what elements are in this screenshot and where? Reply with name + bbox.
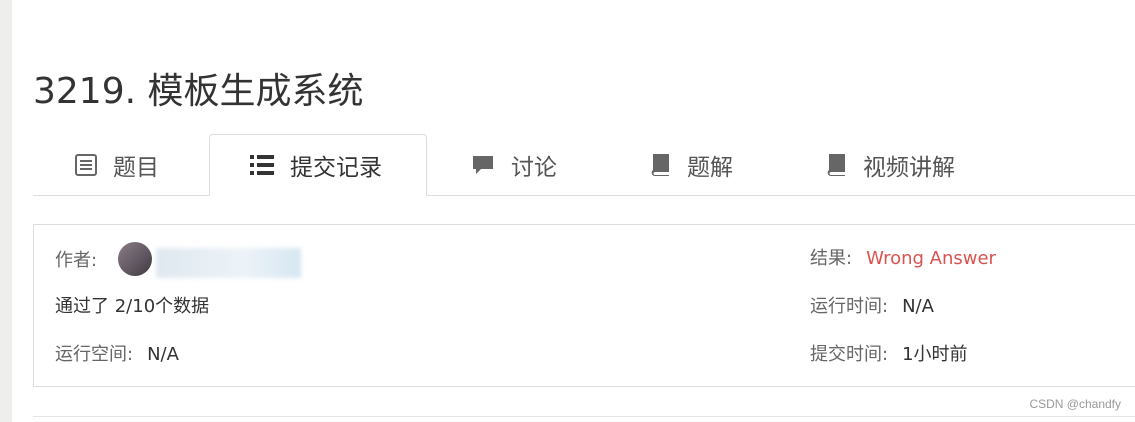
avatar[interactable] — [118, 242, 152, 276]
problem-tabs: 题目 提交记录 讨论 题解 视频讲解 — [33, 134, 1135, 196]
memory-label: 运行空间: — [55, 344, 134, 365]
tab-problem[interactable]: 题目 — [75, 134, 159, 195]
tab-solutions-label: 题解 — [687, 154, 733, 181]
bottom-divider — [33, 416, 1135, 417]
submit-time-value: 1小时前 — [902, 344, 968, 365]
submit-time-label: 提交时间: — [810, 344, 889, 365]
tab-submissions[interactable]: 提交记录 — [209, 134, 427, 196]
tab-discussion-label: 讨论 — [511, 154, 557, 181]
tab-video-label: 视频讲解 — [863, 154, 955, 181]
page: 3219. 模板生成系统 题目 提交记录 讨论 题解 视频讲解 作者: 结果: … — [0, 0, 1135, 422]
result-value: Wrong Answer — [866, 248, 996, 269]
tab-discussion[interactable]: 讨论 — [471, 134, 557, 195]
tab-solutions[interactable]: 题解 — [649, 134, 733, 195]
author-field: 作者: — [55, 250, 97, 272]
book-icon — [649, 153, 671, 177]
submit-time-field: 提交时间: 1小时前 — [810, 344, 968, 366]
runtime-label: 运行时间: — [810, 296, 889, 317]
problem-title: 3219. 模板生成系统 — [33, 71, 364, 113]
runtime-value: N/A — [902, 296, 934, 317]
book-icon — [825, 153, 847, 177]
list-icon — [250, 155, 274, 175]
watermark: CSDN @chandfy — [1029, 397, 1121, 411]
passed-text: 通过了 2/10个数据 — [55, 296, 210, 317]
runtime-field: 运行时间: N/A — [810, 296, 934, 318]
comment-icon — [471, 154, 495, 176]
file-text-icon — [75, 153, 97, 176]
left-background-strip — [0, 0, 12, 422]
tab-video[interactable]: 视频讲解 — [825, 134, 955, 195]
tab-problem-label: 题目 — [113, 154, 159, 181]
passed-field: 通过了 2/10个数据 — [55, 296, 209, 318]
tab-submissions-label: 提交记录 — [290, 155, 382, 181]
memory-value: N/A — [147, 344, 179, 365]
result-label: 结果: — [810, 248, 853, 269]
result-field: 结果: Wrong Answer — [810, 248, 996, 270]
memory-field: 运行空间: N/A — [55, 344, 179, 366]
author-name-redacted — [156, 248, 301, 278]
author-label: 作者: — [55, 250, 98, 271]
